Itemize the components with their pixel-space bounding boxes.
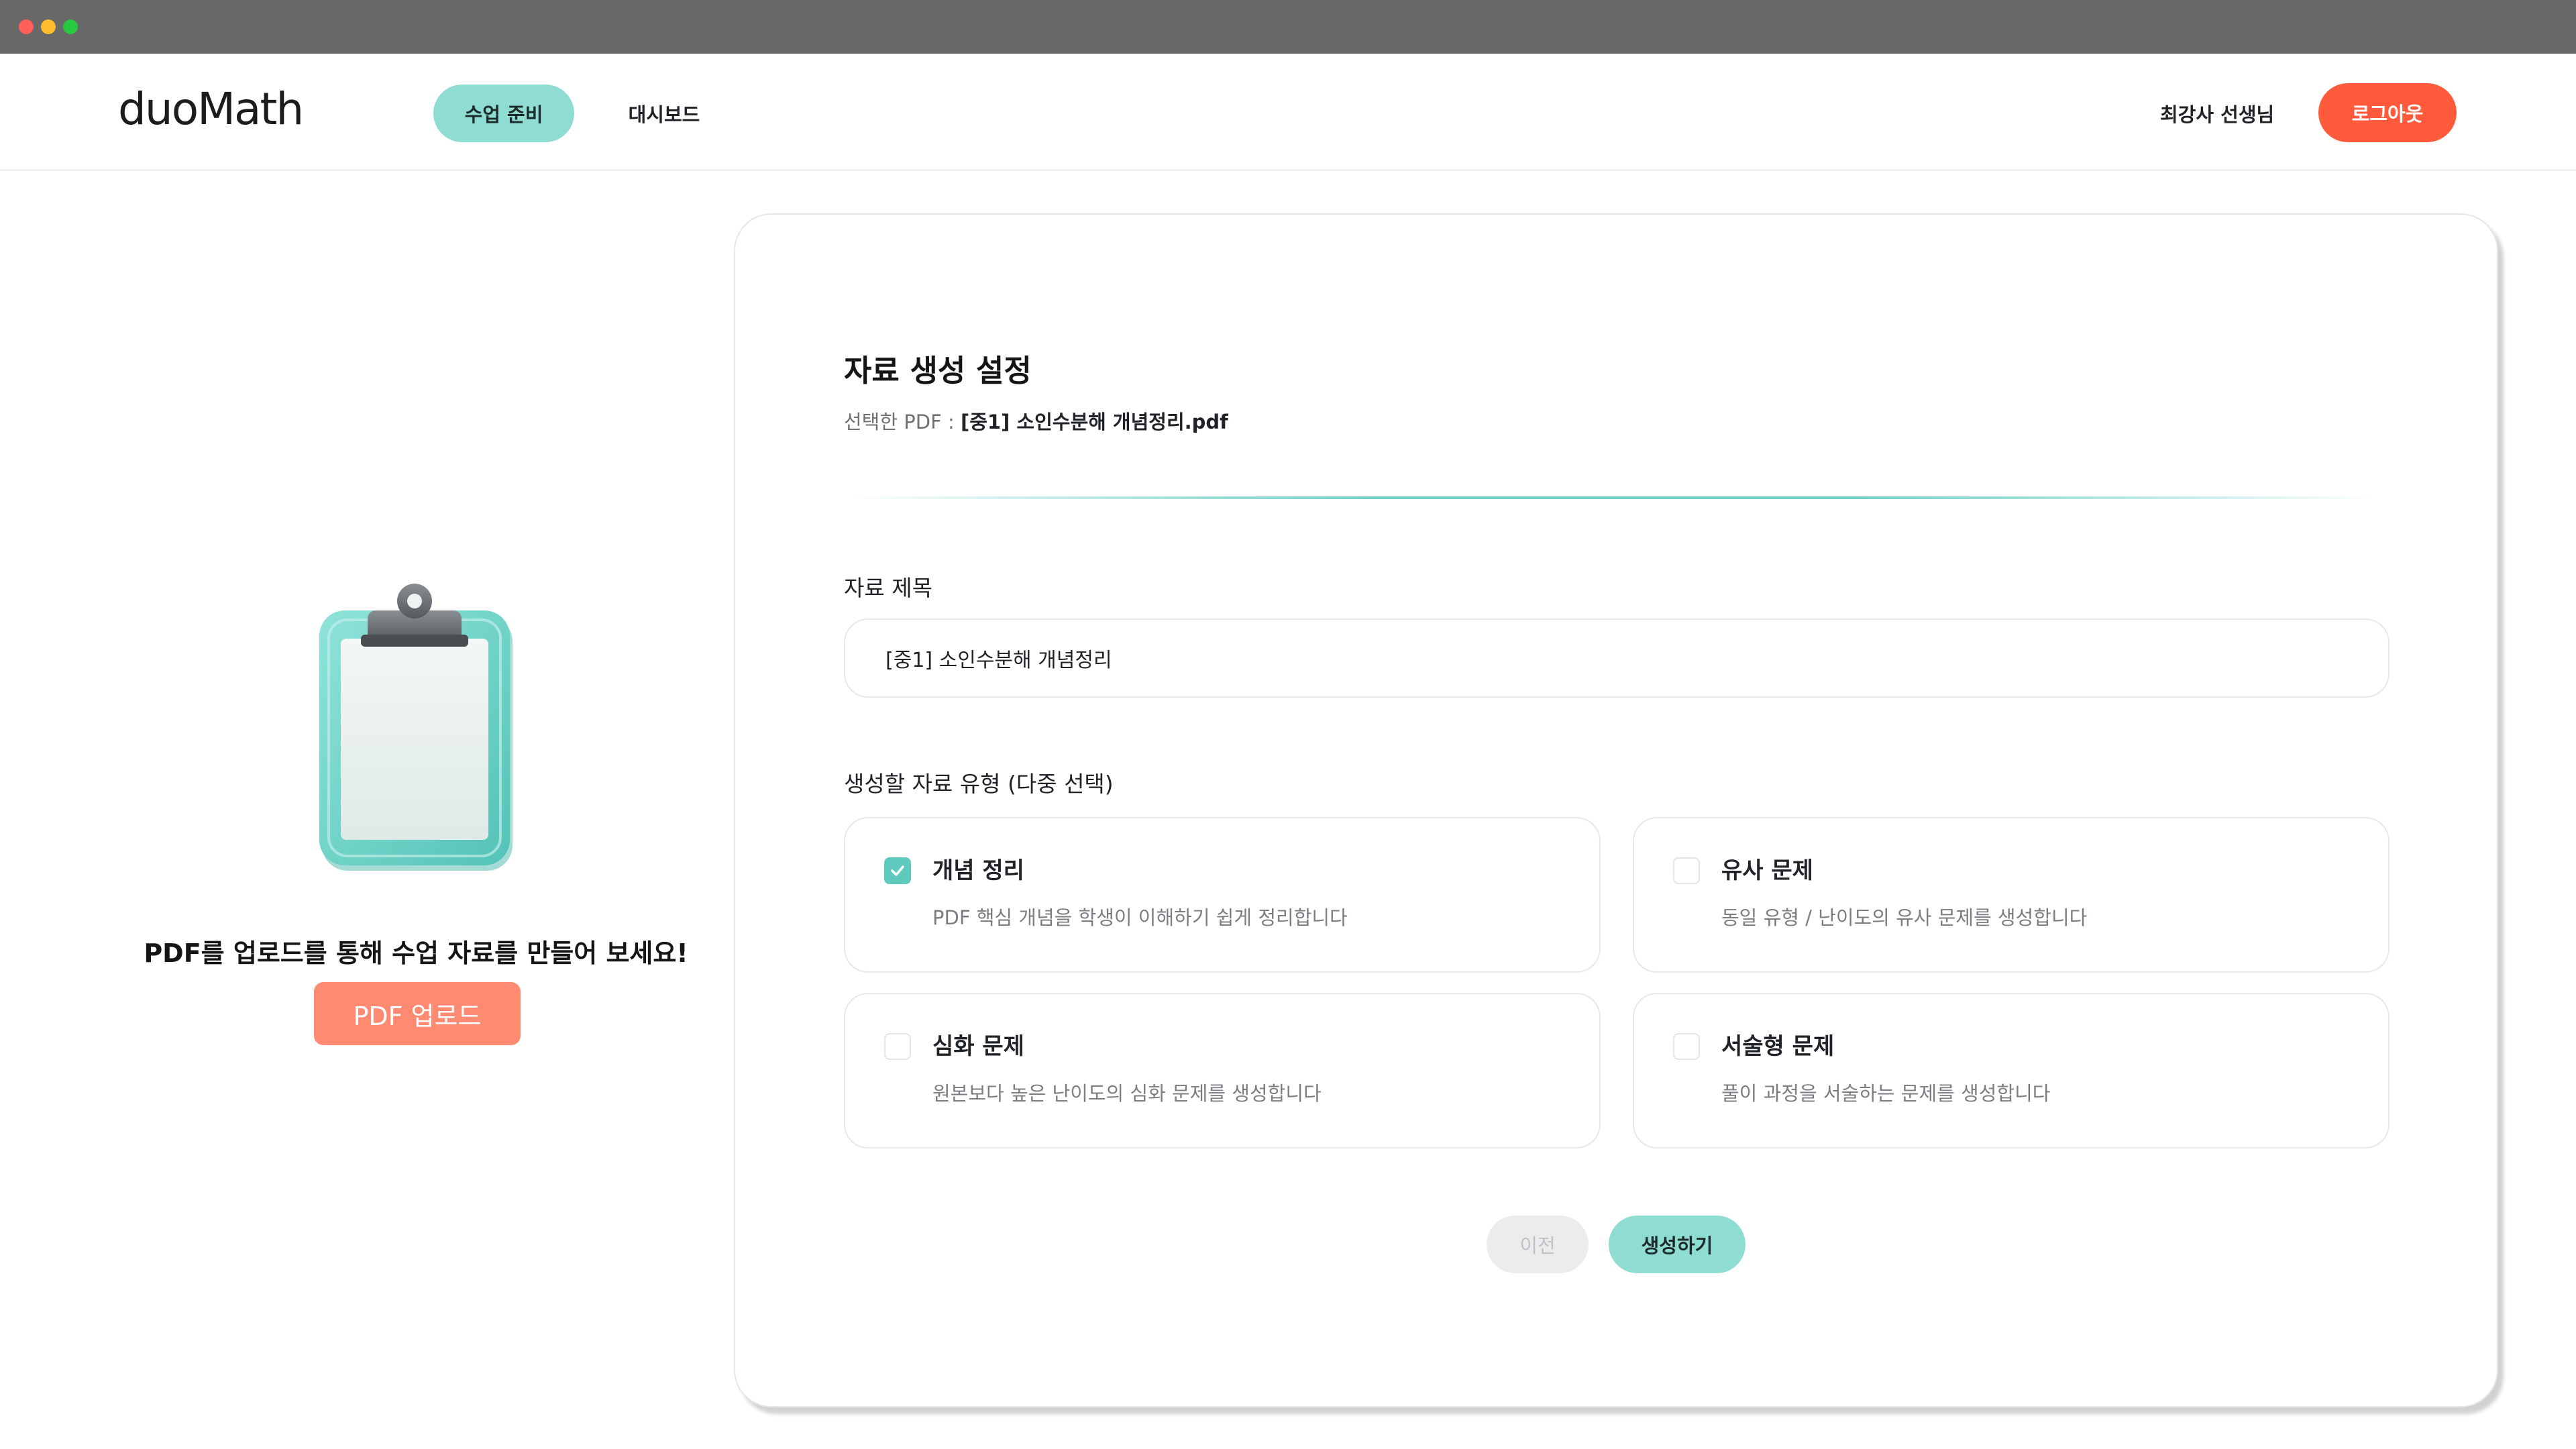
option-title: 심화 문제	[932, 1033, 1024, 1060]
page-title: 자료 생성 설정	[844, 353, 1032, 388]
nav-tab-lesson-prep[interactable]: 수업 준비	[433, 85, 574, 142]
checkbox-unchecked[interactable]	[884, 1033, 911, 1060]
option-description: 풀이 과정을 서술하는 문제를 생성합니다	[1721, 1082, 2051, 1105]
create-button[interactable]: 생성하기	[1609, 1216, 1746, 1273]
window-titlebar	[0, 0, 2576, 54]
clipboard-icon	[314, 581, 515, 876]
selected-pdf-info: 선택한 PDF : [중1] 소인수분해 개념정리.pdf	[844, 407, 1228, 435]
app-header: duoMath 수업 준비 대시보드 최강사 선생님 로그아웃	[0, 54, 2576, 171]
previous-button[interactable]: 이전	[1487, 1216, 1589, 1273]
material-title-label: 자료 제목	[844, 575, 932, 601]
option-description: PDF 핵심 개념을 학생이 이해하기 쉽게 정리합니다	[932, 906, 1348, 929]
checkbox-unchecked[interactable]	[1673, 857, 1700, 884]
material-type-label: 생성할 자료 유형 (다중 선택)	[844, 771, 1114, 797]
checkbox-unchecked[interactable]	[1673, 1033, 1700, 1060]
minimize-window-dot[interactable]	[41, 19, 56, 34]
check-icon	[891, 865, 904, 876]
option-title: 서술형 문제	[1721, 1033, 1835, 1060]
upload-prompt: PDF를 업로드를 통해 수업 자료를 만들어 보세요!	[144, 938, 688, 968]
option-essay-problems[interactable]: 서술형 문제 풀이 과정을 서술하는 문제를 생성합니다	[1633, 993, 2390, 1148]
option-title: 유사 문제	[1721, 857, 1813, 884]
app-logo[interactable]: duoMath	[118, 83, 304, 135]
nav-tab-dashboard[interactable]: 대시보드	[609, 85, 719, 142]
material-title-input[interactable]	[844, 619, 2390, 698]
pdf-upload-button[interactable]: PDF 업로드	[314, 982, 521, 1045]
option-title: 개념 정리	[932, 857, 1024, 884]
maximize-window-dot[interactable]	[63, 19, 78, 34]
close-window-dot[interactable]	[19, 19, 34, 34]
checkbox-checked[interactable]	[884, 857, 911, 884]
option-description: 원본보다 높은 난이도의 심화 문제를 생성합니다	[932, 1082, 1322, 1105]
option-similar-problems[interactable]: 유사 문제 동일 유형 / 난이도의 유사 문제를 생성합니다	[1633, 817, 2390, 973]
user-name: 최강사 선생님	[2160, 103, 2275, 126]
logout-button[interactable]: 로그아웃	[2318, 83, 2457, 142]
option-advanced-problems[interactable]: 심화 문제 원본보다 높은 난이도의 심화 문제를 생성합니다	[844, 993, 1601, 1148]
selected-pdf-label: 선택한 PDF :	[844, 411, 961, 433]
option-description: 동일 유형 / 난이도의 유사 문제를 생성합니다	[1721, 906, 2088, 929]
material-settings-card: 자료 생성 설정 선택한 PDF : [중1] 소인수분해 개념정리.pdf 자…	[734, 213, 2498, 1407]
selected-pdf-name: [중1] 소인수분해 개념정리.pdf	[960, 411, 1228, 433]
section-divider	[849, 496, 2379, 499]
option-concept-summary[interactable]: 개념 정리 PDF 핵심 개념을 학생이 이해하기 쉽게 정리합니다	[844, 817, 1601, 973]
